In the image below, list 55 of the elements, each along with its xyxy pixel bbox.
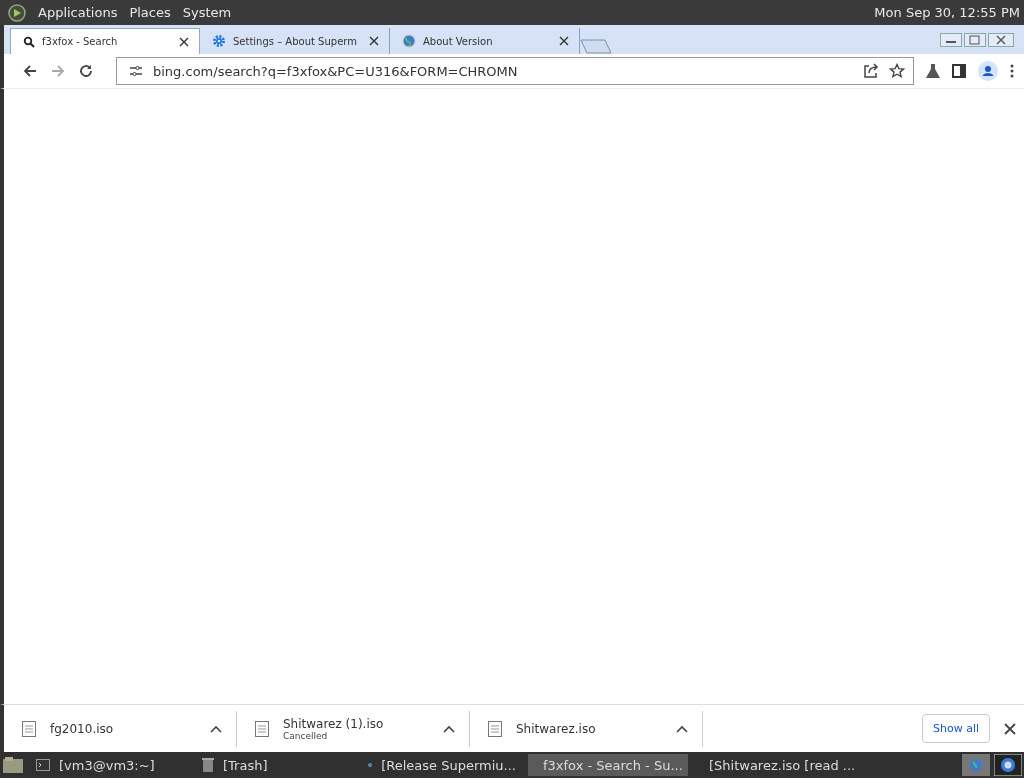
file-icon bbox=[255, 720, 269, 737]
caret-icon bbox=[676, 724, 688, 733]
download-status: Cancelled bbox=[283, 730, 329, 741]
back-icon bbox=[22, 63, 38, 79]
download-item[interactable]: Shitwarez (1).iso Cancelled bbox=[237, 710, 470, 747]
workspace-icon bbox=[962, 754, 990, 776]
show-all-button[interactable]: Show all bbox=[921, 714, 990, 743]
close-icon bbox=[988, 32, 1014, 47]
browser-tab[interactable]: f3xfox - Search bbox=[10, 28, 200, 54]
file-name: Shitwarez (1).iso bbox=[283, 716, 384, 731]
site-settings-icon bbox=[129, 65, 143, 77]
url-text: bing.com/search?q=f3xfox&PC=U316&FORM=CHROMN bbox=[153, 63, 518, 79]
caret-icon bbox=[210, 724, 222, 733]
tab-title: Settings – About Superm bbox=[233, 35, 358, 47]
desktop-icon bbox=[2, 756, 24, 774]
menu-item[interactable]: Applications bbox=[38, 5, 118, 20]
star-icon bbox=[889, 63, 905, 79]
file-icon bbox=[488, 720, 502, 737]
caret-icon bbox=[443, 724, 455, 733]
taskbar-button[interactable]: [Release Supermiu... bbox=[362, 754, 522, 776]
close-icon bbox=[369, 36, 379, 46]
globe-icon bbox=[402, 34, 416, 48]
flask-icon bbox=[926, 63, 940, 79]
profile-icon bbox=[978, 61, 998, 81]
taskbar-button[interactable]: [Trash] bbox=[196, 754, 356, 776]
download-item[interactable]: Shitwarez.iso bbox=[470, 710, 703, 747]
file-name: fg2010.iso bbox=[50, 721, 114, 736]
terminal-icon bbox=[36, 759, 50, 771]
minimize-icon bbox=[940, 32, 962, 47]
sidepanel-icon bbox=[952, 64, 966, 78]
close-icon bbox=[179, 36, 189, 47]
address-bar[interactable]: bing.com/search?q=f3xfox&PC=U316&FORM=CHROMN bbox=[116, 57, 914, 85]
close-icon bbox=[559, 36, 569, 46]
file-icon bbox=[22, 720, 36, 737]
search-icon bbox=[23, 35, 35, 48]
gear-icon bbox=[212, 34, 226, 48]
menu-item[interactable]: Places bbox=[129, 5, 171, 20]
clock: Mon Sep 30, 12:55 PM bbox=[874, 5, 1020, 20]
share-icon bbox=[863, 63, 879, 79]
reload-icon bbox=[78, 63, 94, 79]
taskbar-button[interactable]: f3xfox - Search - Su... bbox=[528, 754, 688, 776]
trash-icon bbox=[202, 758, 214, 772]
menu-item[interactable]: System bbox=[182, 5, 232, 20]
close-icon bbox=[1004, 722, 1016, 735]
download-item[interactable]: fg2010.iso bbox=[4, 710, 237, 747]
tab-title: f3xfox - Search bbox=[42, 36, 119, 47]
workspace-icon bbox=[994, 754, 1022, 776]
tab-title: About Version bbox=[423, 35, 494, 47]
logo-icon bbox=[8, 3, 26, 22]
file-name: Shitwarez.iso bbox=[516, 721, 596, 736]
menu-icon bbox=[1010, 64, 1014, 78]
taskbar-button[interactable]: [Shitwarez.iso [read ... bbox=[694, 754, 854, 776]
taskbar-button[interactable]: [vm3@vm3:~] bbox=[30, 754, 190, 776]
maximize-icon bbox=[964, 32, 986, 47]
forward-icon bbox=[50, 63, 66, 79]
